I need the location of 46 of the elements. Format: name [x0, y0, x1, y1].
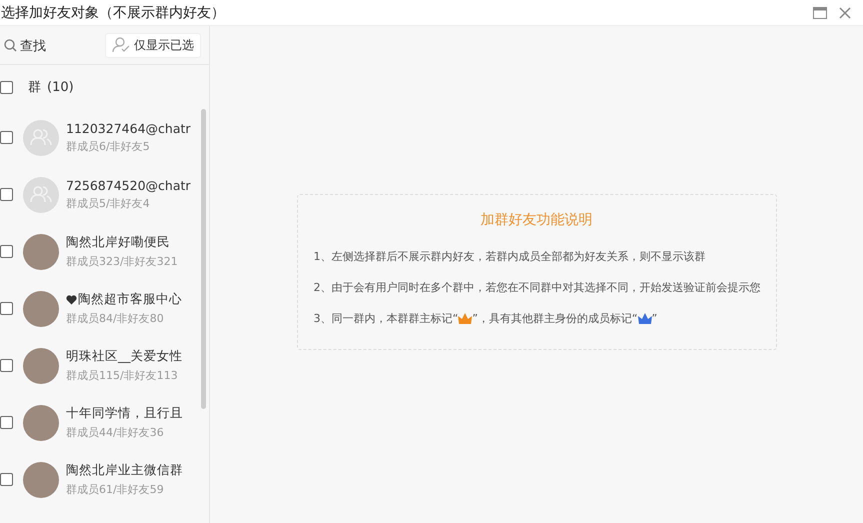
group-stats: 群成员5/非好友4 [66, 196, 151, 211]
checkbox[interactable] [0, 80, 13, 94]
checkbox[interactable] [0, 245, 13, 258]
group-stats: 群成员6/非好友5 [66, 139, 151, 154]
photo-placeholder [23, 462, 59, 498]
group-name: 陶然超市客服中心 [78, 291, 182, 308]
group-label: 群 [28, 79, 41, 96]
group-name: 陶然北岸业主微信群 [66, 462, 183, 479]
search-field[interactable]: 查找 [20, 38, 90, 52]
group-name: 7256874520@chatr [66, 178, 191, 193]
person-icon [112, 37, 130, 53]
scrollbar-thumb[interactable] [201, 109, 206, 409]
group-stats: 群成员115/非好友113 [66, 368, 179, 383]
maximize-icon[interactable] [813, 6, 827, 18]
photo-placeholder [23, 404, 59, 440]
checkbox[interactable] [0, 302, 13, 315]
info-text: 3、同一群内，本群群主标记“ [314, 311, 458, 326]
checkbox[interactable] [0, 131, 13, 144]
group-avatar [23, 176, 59, 212]
group-name: 1120327464@chatr [66, 121, 191, 136]
info-text: 2、由于会有用户同时在多个群中，若您在不同群中对其选择不同，开始发送验证前会提示您 [314, 280, 760, 295]
window-title: 选择加好友对象（不展示群内好友） [1, 4, 225, 22]
group-name: 陶然北岸好嘞便民 [66, 234, 170, 251]
info-text: 1、左侧选择群后不展示群内好友，若群内成员全部都为好友关系，则不显示该群 [314, 249, 706, 264]
info-title: 加群好友功能说明 [480, 211, 592, 229]
group-stats: 群成员44/非好友36 [66, 425, 165, 440]
checkbox[interactable] [0, 359, 13, 372]
close-icon[interactable] [839, 6, 851, 18]
group-avatar [23, 120, 59, 156]
group-stats: 群成员61/非好友59 [66, 482, 165, 497]
photo-placeholder [23, 234, 59, 270]
search-icon [4, 38, 17, 52]
group-count: (10) [47, 80, 74, 94]
photo-placeholder [23, 348, 59, 384]
photo-placeholder [23, 290, 59, 326]
group-stats: 群成员323/非好友321 [66, 254, 179, 269]
group-name: 明珠社区__关爱女性 [66, 348, 182, 365]
info-text: ”，具有其他群主身份的成员标记“ [472, 311, 638, 326]
checkbox[interactable] [0, 416, 13, 429]
checkbox[interactable] [0, 188, 13, 201]
group-name: 十年同学情，且行且 [66, 405, 183, 422]
heart-icon [66, 294, 77, 304]
show-selected-button[interactable]: 仅显示已选 [105, 32, 201, 58]
info-text: ” [652, 312, 658, 325]
checkbox[interactable] [0, 473, 13, 486]
group-stats: 群成员84/非好友80 [66, 311, 165, 326]
